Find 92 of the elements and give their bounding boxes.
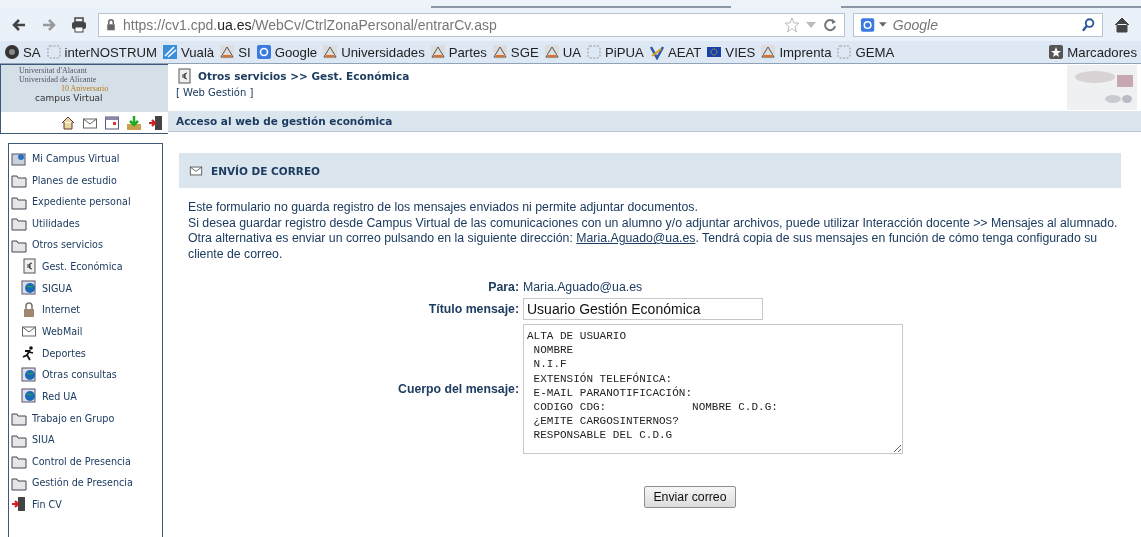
printer-icon bbox=[71, 16, 87, 33]
folder-icon bbox=[11, 172, 27, 189]
send-button[interactable]: Enviar correo bbox=[644, 486, 736, 508]
page-icon bbox=[45, 44, 62, 60]
forward-arrow-icon bbox=[41, 16, 57, 33]
dropdown-icon[interactable] bbox=[879, 22, 887, 27]
sidebar-item[interactable]: SIGUA bbox=[11, 277, 160, 299]
intro-paragraph: Este formulario no guarda registro de los mensajes enviados ni permite adjuntar documentos. bbox=[188, 200, 699, 216]
envelope-icon bbox=[189, 163, 203, 178]
star-icon bbox=[1048, 44, 1065, 60]
sidebar-item[interactable]: Internet bbox=[11, 298, 160, 321]
bookmark[interactable]: Universidades bbox=[322, 44, 425, 60]
intro-paragraph: Si desea guardar registro desde Campus Virtual de las comunicaciones con un alumno y/o adjuntar archivos, puede utilizar Interacción docente >> Mensajes al alumnado. bbox=[188, 215, 1119, 231]
star-icon bbox=[784, 16, 800, 33]
globe-icon bbox=[21, 366, 37, 383]
recipient-address: Maria.Aguado@ua.es bbox=[523, 280, 644, 294]
sidebar-item[interactable]: Expediente personal bbox=[11, 191, 160, 213]
flag-icon bbox=[706, 44, 723, 60]
message-body-field[interactable]: ALTA DE USUARIO NOMBRE N.I.F EXTENSIÓN TELEFÓNICA: E-MAIL PARANOTIFICACIÓN: CODIGO CDG: NOMBRE C.D.G: ¿EMITE CARGOSINTERNOS? RESPONSABLE DEL C.D.G bbox=[523, 324, 903, 454]
swoosh-icon bbox=[161, 44, 178, 60]
address-bar[interactable]: https://cv1.cpd.ua.es/WebCv/CtrlZonaPersonal/entrarCv.asp bbox=[98, 12, 845, 37]
search-bar[interactable]: Google bbox=[853, 12, 1103, 37]
globe-icon bbox=[21, 388, 37, 405]
page-icon bbox=[836, 44, 853, 60]
sidebar-item[interactable]: Otros servicios bbox=[11, 234, 160, 256]
title-input[interactable]: Usuario Gestión Económica bbox=[523, 298, 763, 320]
calendar-icon[interactable] bbox=[104, 114, 120, 131]
sidebar-item[interactable]: Utilidades bbox=[11, 212, 160, 234]
intro-paragraph: Otra alternativa es enviar un correo pulsando en la siguiente dirección: Maria.Aguado@ua.es. Tendrá copia de sus mensajes en función de cómo tenga configurado su cliente de correo. bbox=[188, 231, 1099, 262]
circle-icon bbox=[4, 44, 20, 60]
lock-icon bbox=[21, 301, 37, 318]
download-icon[interactable] bbox=[126, 114, 142, 131]
exit-icon bbox=[11, 496, 27, 513]
search-icon bbox=[1080, 16, 1096, 33]
sidebar-item[interactable]: Fin CV bbox=[11, 493, 160, 515]
sidebar-item[interactable]: Deportes bbox=[11, 342, 160, 364]
google-icon bbox=[255, 44, 272, 60]
back-arrow-icon bbox=[11, 16, 27, 33]
home-icon[interactable] bbox=[60, 114, 76, 131]
triangle-icon bbox=[543, 44, 560, 60]
url-text: https://cv1.cpd.ua.es/WebCv/CtrlZonaPersonal/entrarCv.asp bbox=[123, 16, 497, 33]
bookmark[interactable]: PiPUA bbox=[586, 44, 644, 60]
bookmark[interactable]: AEAT bbox=[648, 44, 702, 60]
page-subtitle: [ Web Gestión ] bbox=[176, 87, 255, 98]
globe-icon bbox=[21, 280, 37, 297]
triangle-icon bbox=[322, 44, 339, 60]
bookmark[interactable]: UA bbox=[543, 44, 582, 60]
page-icon bbox=[586, 44, 603, 60]
bookmark[interactable]: Partes bbox=[429, 44, 487, 60]
sidebar-item[interactable]: Control de Presencia bbox=[11, 450, 160, 472]
sidebar-item[interactable]: Otras consultas bbox=[11, 363, 160, 386]
bookmarks-menu[interactable]: Marcadores bbox=[1048, 44, 1137, 60]
map-icon bbox=[11, 150, 27, 167]
bookmark[interactable]: SA bbox=[4, 44, 41, 60]
section-title: ENVÍO DE CORREO bbox=[211, 164, 321, 177]
envelope-icon bbox=[21, 323, 37, 340]
bookmark[interactable]: SGE bbox=[491, 44, 539, 60]
folder-icon bbox=[11, 453, 27, 470]
folder-icon bbox=[11, 215, 27, 232]
triangle-icon bbox=[760, 44, 777, 60]
google-icon bbox=[860, 16, 876, 33]
bookmark[interactable]: GEMA bbox=[836, 44, 895, 60]
triangle-icon bbox=[219, 44, 236, 60]
sidebar-item[interactable]: Planes de estudio bbox=[11, 169, 160, 191]
sidebar-item[interactable]: Red UA bbox=[11, 385, 160, 408]
sidebar-item[interactable]: SIUA bbox=[11, 428, 160, 451]
folder-icon bbox=[11, 410, 27, 427]
campus-logo[interactable]: Universitat d'Alacant Universidad de Alicante 10 Aniversario campus Virtual bbox=[1, 65, 168, 112]
bookmark[interactable]: interNOSTRUM bbox=[45, 44, 157, 60]
sidebar-item[interactable]: Trabajo en Grupo bbox=[11, 407, 160, 429]
sidebar-item[interactable]: Gest. Económica bbox=[11, 255, 160, 278]
triangle-icon bbox=[491, 44, 508, 60]
field-label: Para: bbox=[488, 280, 519, 294]
exit-icon[interactable] bbox=[148, 114, 164, 131]
bookmark[interactable]: Vualà bbox=[161, 44, 215, 60]
bookmark[interactable]: Imprenta bbox=[760, 44, 832, 60]
bookmark[interactable]: SI bbox=[219, 44, 251, 60]
bookmark[interactable]: VIES bbox=[706, 44, 756, 60]
search-field[interactable]: Google bbox=[890, 15, 1077, 34]
field-label: Cuerpo del mensaje: bbox=[398, 382, 519, 396]
triangle-icon bbox=[429, 44, 446, 60]
field-label: Título mensaje: bbox=[428, 302, 519, 316]
bookmark[interactable]: Google bbox=[255, 44, 318, 60]
sidebar-item[interactable]: Mi Campus Virtual bbox=[11, 148, 160, 170]
info-bar: Acceso al web de gestión económica bbox=[168, 111, 1141, 132]
home-icon bbox=[1114, 16, 1130, 33]
page-title: Otros servicios >> Gest. Económica bbox=[198, 70, 410, 82]
sidebar-item[interactable]: WebMail bbox=[11, 320, 160, 343]
reload-icon bbox=[822, 16, 838, 33]
lock-icon bbox=[105, 17, 117, 32]
aeat-icon bbox=[648, 44, 665, 60]
sidebar-item[interactable]: Gestión de Presencia bbox=[11, 471, 160, 494]
